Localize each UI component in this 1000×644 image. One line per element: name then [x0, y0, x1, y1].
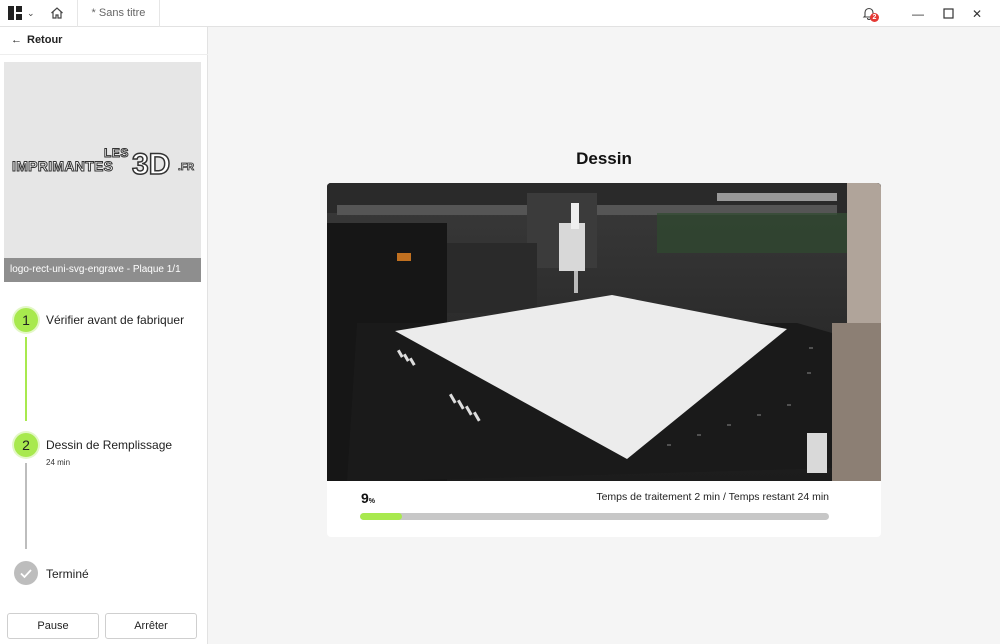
divider — [0, 54, 208, 55]
document-tab-title[interactable]: * Sans titre — [92, 7, 146, 19]
step-1-indicator: 1 — [14, 308, 38, 332]
close-icon[interactable]: ✕ — [962, 0, 992, 27]
camera-feed — [327, 183, 881, 481]
progress-bar — [360, 513, 829, 520]
step-3-label: Terminé — [46, 567, 89, 581]
divider — [76, 0, 78, 27]
page-title: Dessin — [576, 149, 632, 168]
app-logo-icon[interactable] — [8, 6, 22, 20]
step-2-label: Dessin de Remplissage — [46, 438, 173, 452]
progress-bar-fill — [360, 513, 403, 520]
progress-value: 9 — [361, 490, 369, 506]
title-bar: ⌄ * Sans titre — [0, 0, 1000, 27]
progress-percentage: 9% — [361, 490, 375, 506]
stop-button[interactable]: Arrêter — [105, 613, 197, 639]
maximize-icon[interactable] — [933, 0, 963, 27]
step-connector — [25, 463, 27, 549]
step-2-duration: 24 min — [46, 458, 71, 467]
checkmark-icon — [14, 561, 38, 585]
thumbnail-caption: logo-rect-uni-svg-engrave - Plaque 1/1 — [4, 258, 201, 282]
time-status: Temps de traitement 2 min / Temps restan… — [596, 491, 829, 503]
minimize-icon[interactable]: — — [903, 0, 933, 27]
divider — [159, 0, 161, 27]
step-2-indicator: 2 — [14, 433, 38, 457]
step-1-label: Vérifier avant de fabriquer — [46, 313, 185, 327]
left-panel: ← Retour LES IMPRIMANTES 3D .FR logo-rec… — [0, 27, 208, 644]
home-icon[interactable] — [49, 5, 65, 21]
back-button[interactable]: ← Retour — [11, 34, 62, 46]
thumbnail-logo: LES IMPRIMANTES 3D .FR — [11, 146, 195, 182]
pause-button[interactable]: Pause — [7, 613, 99, 639]
chevron-down-icon[interactable]: ⌄ — [27, 8, 35, 19]
arrow-left-icon: ← — [11, 34, 22, 46]
step-connector — [25, 337, 27, 421]
progress-card: 9% Temps de traitement 2 min / Temps res… — [327, 183, 881, 537]
back-label: Retour — [27, 34, 63, 46]
progress-unit: % — [368, 498, 376, 505]
notification-badge: 2 — [870, 13, 879, 22]
project-thumbnail: LES IMPRIMANTES 3D .FR — [4, 62, 201, 258]
